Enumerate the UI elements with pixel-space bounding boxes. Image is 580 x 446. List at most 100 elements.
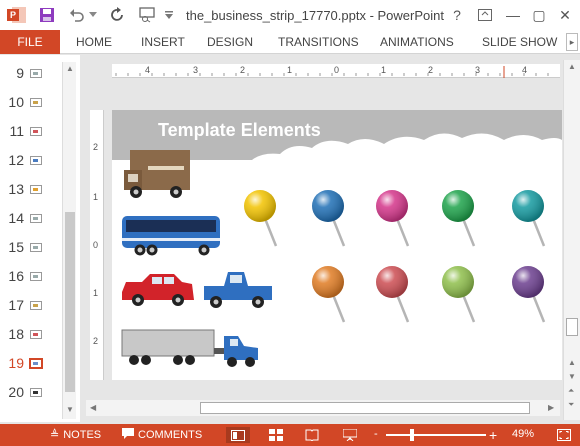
notes-button[interactable]: ≜ NOTES: [50, 428, 102, 442]
scrollbar-thumb[interactable]: [566, 318, 578, 336]
ruler-label: 3: [193, 65, 199, 75]
scroll-right-icon[interactable]: ▶: [548, 403, 554, 412]
undo-icon[interactable]: [66, 4, 88, 26]
maximize-button[interactable]: ▢: [526, 4, 552, 26]
presentation-icon[interactable]: [136, 4, 158, 26]
thumbnail-scrollbar[interactable]: ▲ ▼: [62, 62, 76, 419]
slide-show-view-icon[interactable]: [342, 427, 358, 443]
thumbnail-image: [30, 243, 42, 252]
slide-sorter-view-icon[interactable]: [268, 427, 284, 443]
scroll-down-icon[interactable]: ▼: [66, 405, 74, 414]
scroll-up-icon[interactable]: ▲: [66, 64, 74, 73]
slide-canvas[interactable]: Template Elements: [112, 110, 562, 380]
scroll-down-icon[interactable]: ▼: [568, 372, 576, 381]
zoom-slider-handle[interactable]: [410, 429, 415, 441]
slide-number: 18: [8, 326, 24, 342]
push-pin-icon[interactable]: [512, 266, 546, 323]
slide-thumbnail-16[interactable]: 16: [0, 262, 62, 291]
push-pin-icon[interactable]: [442, 266, 476, 323]
slide-number-active: 19: [8, 355, 24, 371]
notes-icon: ≜: [50, 429, 60, 441]
thumbnail-image: [30, 214, 42, 223]
help-button[interactable]: ?: [444, 4, 470, 26]
tab-file[interactable]: FILE: [0, 30, 60, 54]
slide-thumbnail-13[interactable]: 13: [0, 175, 62, 204]
push-pin-icon[interactable]: [442, 190, 476, 247]
previous-slide-icon[interactable]: ⏶: [568, 386, 574, 396]
vertical-ruler: 2 1 0 1 2: [90, 110, 104, 380]
undo-dropdown-icon[interactable]: [88, 4, 98, 26]
scroll-left-icon[interactable]: ◀: [90, 403, 96, 412]
comment-icon: [122, 428, 134, 442]
status-bar: ≜ NOTES COMMENTS - + 49%: [0, 424, 580, 446]
thumbnail-image: [30, 127, 42, 136]
slide-number: 20: [8, 384, 24, 400]
ribbon-scroll-right-icon[interactable]: ▸: [566, 33, 578, 51]
close-button[interactable]: ✕: [552, 4, 578, 26]
tab-slide-show[interactable]: SLIDE SHOW: [482, 35, 557, 49]
tab-home[interactable]: HOME: [76, 35, 112, 49]
fit-to-window-icon[interactable]: [556, 427, 572, 443]
push-pin-icon[interactable]: [244, 190, 278, 247]
ruler-label: 1: [93, 288, 99, 298]
ruler-label: 1: [287, 65, 293, 75]
window-title: the_business_strip_17770.pptx - PowerPoi…: [186, 8, 444, 23]
slide-thumbnail-19[interactable]: 19: [0, 349, 62, 378]
slide-thumbnail-10[interactable]: 10: [0, 88, 62, 117]
tab-insert[interactable]: INSERT: [141, 35, 185, 49]
save-icon[interactable]: [36, 4, 58, 26]
ruler-label: 2: [93, 142, 99, 152]
ruler-label: 4: [145, 65, 151, 75]
slide-number: 14: [8, 210, 24, 226]
slide-number: 15: [8, 239, 24, 255]
zoom-slider[interactable]: [386, 434, 486, 436]
ruler-label: 0: [93, 240, 99, 250]
scrollbar-thumb[interactable]: [200, 402, 530, 414]
thumbnail-image: [30, 98, 42, 107]
next-slide-icon[interactable]: ⏷: [568, 400, 574, 410]
scrollbar-thumb[interactable]: [65, 212, 75, 392]
slide-thumbnail-17[interactable]: 17: [0, 291, 62, 320]
push-pin-icon[interactable]: [312, 266, 346, 323]
slide-number: 9: [16, 65, 24, 81]
slide-thumbnail-18[interactable]: 18: [0, 320, 62, 349]
notes-label: NOTES: [63, 428, 102, 441]
comments-button[interactable]: COMMENTS: [122, 428, 202, 442]
slide-thumbnail-20[interactable]: 20: [0, 378, 62, 407]
thumbnail-image: [30, 69, 42, 78]
zoom-out-button[interactable]: -: [374, 428, 378, 440]
ribbon-display-options-icon[interactable]: [472, 4, 498, 26]
title-bar: P the_business_strip_17770.pptx - PowerP…: [0, 0, 580, 30]
tab-animations[interactable]: ANIMATIONS: [380, 35, 454, 49]
slide-number: 12: [8, 152, 24, 168]
push-pin-icon[interactable]: [512, 190, 546, 247]
tab-design[interactable]: DESIGN: [207, 35, 253, 49]
scroll-up-icon[interactable]: ▲: [568, 358, 576, 367]
slide-vertical-scrollbar[interactable]: ▲ ▲ ▼ ⏶ ⏷: [563, 60, 580, 420]
reading-view-icon[interactable]: [304, 427, 320, 443]
ruler-label: 1: [381, 65, 387, 75]
push-pin-icon[interactable]: [376, 190, 410, 247]
customize-toolbar-icon[interactable]: [162, 4, 176, 26]
zoom-level[interactable]: 49%: [512, 428, 534, 440]
slide-thumbnail-11[interactable]: 11: [0, 117, 62, 146]
comments-label: COMMENTS: [138, 429, 203, 441]
zoom-in-button[interactable]: +: [489, 427, 497, 443]
slide-number: 11: [9, 123, 24, 139]
thumbnail-image: [30, 301, 42, 310]
scroll-up-icon[interactable]: ▲: [568, 62, 576, 71]
slide-thumbnail-12[interactable]: 12: [0, 146, 62, 175]
tab-transitions[interactable]: TRANSITIONS: [278, 35, 359, 49]
thumbnail-image: [30, 156, 42, 165]
slide-horizontal-scrollbar[interactable]: ◀ ▶: [86, 400, 560, 416]
slide-thumbnail-14[interactable]: 14: [0, 204, 62, 233]
ruler-label: 2: [428, 65, 434, 75]
horizontal-ruler: 4 3 2 1 0 1 2 3 4: [112, 64, 560, 78]
slide-thumbnail-15[interactable]: 15: [0, 233, 62, 262]
redo-icon[interactable]: [106, 4, 128, 26]
minimize-button[interactable]: —: [500, 4, 526, 26]
push-pin-icon[interactable]: [376, 266, 410, 323]
slide-thumbnail-9[interactable]: 9: [0, 59, 62, 88]
normal-view-icon[interactable]: [226, 427, 250, 443]
push-pin-icon[interactable]: [312, 190, 346, 247]
